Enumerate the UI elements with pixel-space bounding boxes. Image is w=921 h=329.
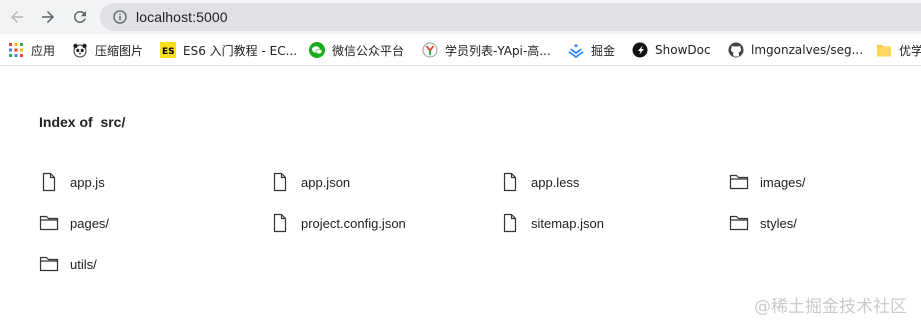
arrow-left-icon	[11, 11, 23, 23]
file-name: project.config.json	[301, 215, 406, 231]
file-entry-project-config-json[interactable]: project.config.json	[270, 213, 406, 233]
file-icon	[39, 172, 59, 192]
file-name: sitemap.json	[531, 215, 604, 231]
bookmark-label: 学员列表-YApi-高...	[445, 43, 551, 58]
showdoc-icon	[632, 42, 648, 58]
folder-entry-pages[interactable]: pages/	[39, 213, 109, 233]
reload-icon	[73, 10, 86, 23]
file-entry-sitemap-json[interactable]: sitemap.json	[500, 213, 604, 233]
folder-icon	[876, 42, 892, 58]
bookmark-wechat[interactable]: 微信公众平台	[309, 41, 404, 59]
forward-button[interactable]	[36, 5, 60, 29]
bookmark-label: 掘金	[591, 43, 616, 58]
bookmark-label: lmgonzalves/seg...	[751, 43, 864, 57]
wechat-icon	[309, 42, 325, 58]
bookmarks-bar: 应用 压缩图片 ES ES6 入门教程 - EC... 微信公众平台 学员列表-…	[0, 34, 921, 66]
bookmark-compress-image[interactable]: 压缩图片	[72, 41, 143, 59]
bookmark-label: 应用	[31, 43, 56, 58]
yapi-icon	[422, 42, 438, 58]
bookmark-showdoc[interactable]: ShowDoc	[632, 41, 711, 59]
bookmark-yapi[interactable]: 学员列表-YApi-高...	[422, 41, 551, 59]
bookmark-es6-tutorial[interactable]: ES ES6 入门教程 - EC...	[160, 41, 297, 59]
file-icon	[500, 172, 520, 192]
file-name: app.js	[70, 174, 105, 190]
address-bar[interactable]: localhost:5000	[100, 3, 921, 31]
es-badge-icon: ES	[160, 42, 176, 58]
folder-entry-styles[interactable]: styles/	[729, 213, 797, 233]
bookmark-github-repo[interactable]: lmgonzalves/seg...	[728, 41, 863, 59]
url-text[interactable]: localhost:5000	[136, 9, 228, 25]
folder-entry-utils[interactable]: utils/	[39, 254, 97, 274]
arrow-right-icon	[42, 11, 54, 23]
folder-icon	[39, 254, 59, 274]
file-name: app.less	[531, 174, 580, 190]
github-icon	[728, 42, 744, 58]
folder-icon	[729, 213, 749, 233]
bookmark-label: 优学	[899, 43, 921, 58]
bookmark-label: 微信公众平台	[332, 43, 405, 58]
folder-name: utils/	[70, 256, 97, 272]
bookmark-label: ES6 入门教程 - EC...	[183, 43, 298, 58]
file-icon	[270, 213, 290, 233]
file-icon	[270, 172, 290, 192]
browser-toolbar: localhost:5000	[0, 0, 921, 34]
folder-name: images/	[760, 174, 806, 190]
panda-icon	[72, 42, 88, 58]
folder-icon	[39, 213, 59, 233]
bookmark-apps[interactable]: 应用	[8, 41, 55, 59]
folder-entry-images[interactable]: images/	[729, 172, 806, 192]
file-entry-app-less[interactable]: app.less	[500, 172, 579, 192]
bookmark-label: ShowDoc	[655, 43, 711, 57]
watermark: @稀土掘金技术社区	[754, 297, 907, 317]
apps-grid-icon	[8, 42, 24, 58]
bookmark-juejin[interactable]: 掘金	[568, 41, 615, 59]
juejin-icon	[568, 42, 584, 58]
bookmark-label: 压缩图片	[95, 43, 144, 58]
file-entry-app-json[interactable]: app.json	[270, 172, 350, 192]
info-icon[interactable]	[112, 9, 128, 25]
file-name: app.json	[301, 174, 351, 190]
folder-name: pages/	[70, 215, 110, 231]
svg-text:ES: ES	[162, 47, 175, 57]
page-title: Index of src/	[39, 114, 126, 130]
bookmark-youxue[interactable]: 优学	[876, 41, 921, 59]
file-entry-app-js[interactable]: app.js	[39, 172, 105, 192]
folder-icon	[729, 172, 749, 192]
file-icon	[500, 213, 520, 233]
reload-button[interactable]	[68, 5, 92, 29]
back-button[interactable]	[5, 5, 29, 29]
folder-name: styles/	[760, 215, 797, 231]
